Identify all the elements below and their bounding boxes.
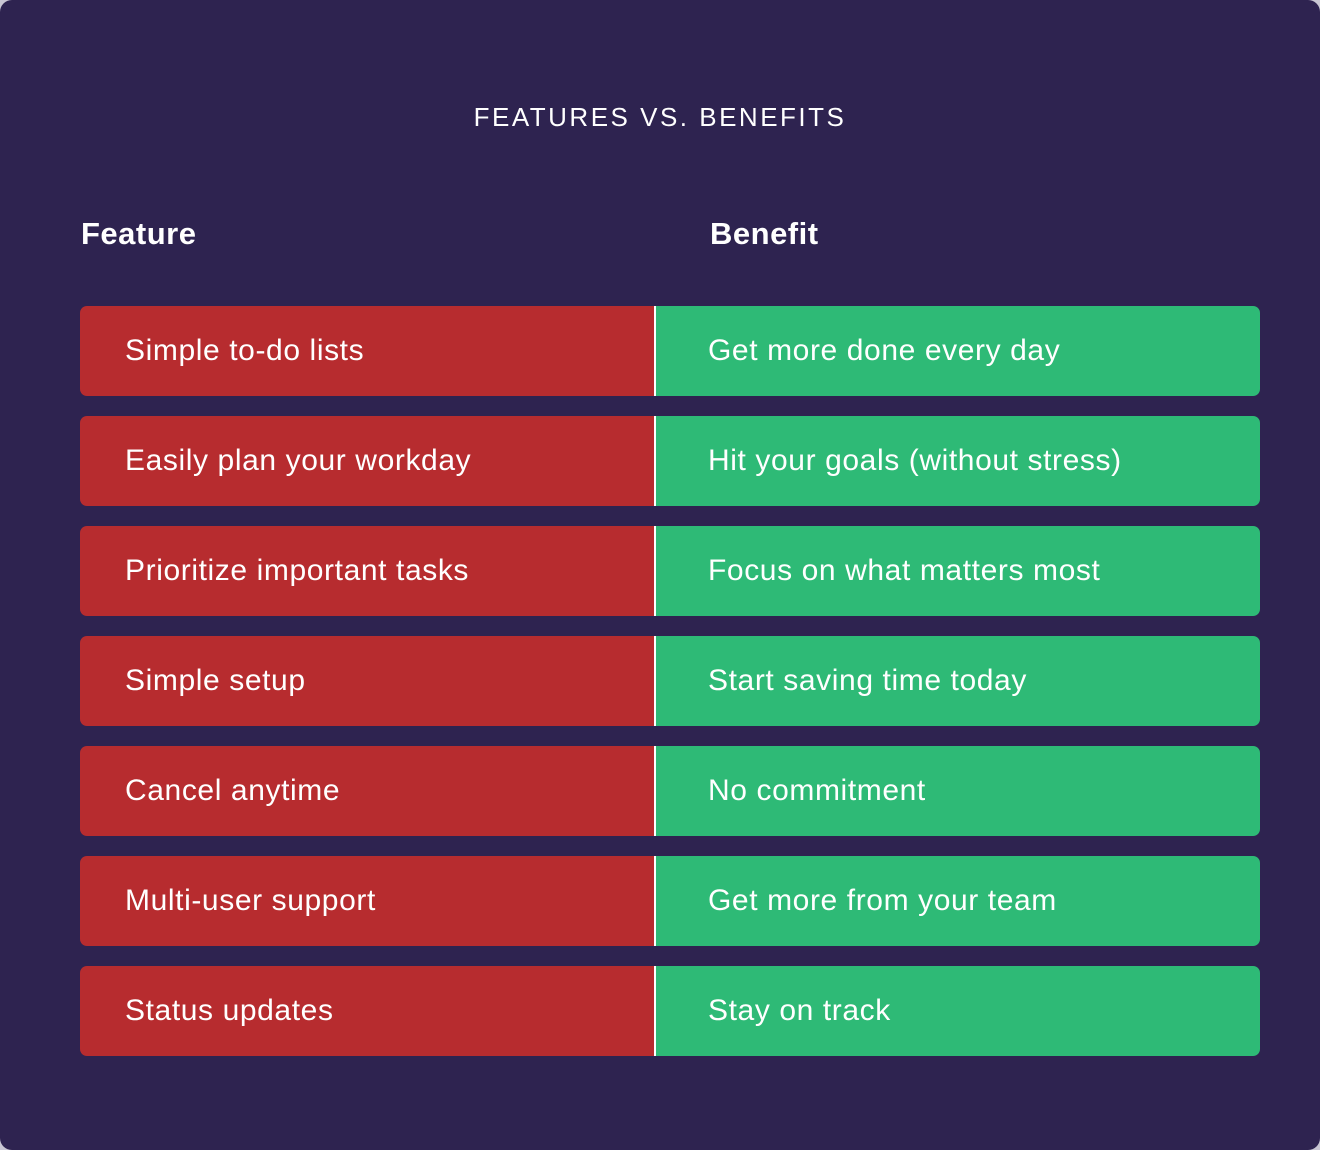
benefit-cell: Focus on what matters most bbox=[656, 526, 1260, 616]
table-row: Simple to-do lists Get more done every d… bbox=[80, 306, 1260, 396]
feature-cell: Multi-user support bbox=[80, 856, 654, 946]
benefit-column-header: Benefit bbox=[710, 216, 819, 251]
feature-cell: Easily plan your workday bbox=[80, 416, 654, 506]
benefit-cell: Get more from your team bbox=[656, 856, 1260, 946]
feature-cell: Simple setup bbox=[80, 636, 654, 726]
features-benefits-panel: FEATURES VS. BENEFITS Feature Benefit Si… bbox=[0, 0, 1320, 1150]
feature-cell: Simple to-do lists bbox=[80, 306, 654, 396]
table-row: Multi-user support Get more from your te… bbox=[80, 856, 1260, 946]
feature-column-header: Feature bbox=[81, 216, 197, 251]
table-row: Easily plan your workday Hit your goals … bbox=[80, 416, 1260, 506]
benefit-cell: No commitment bbox=[656, 746, 1260, 836]
benefit-cell: Hit your goals (without stress) bbox=[656, 416, 1260, 506]
table-row: Prioritize important tasks Focus on what… bbox=[80, 526, 1260, 616]
feature-cell: Status updates bbox=[80, 966, 654, 1056]
feature-cell: Cancel anytime bbox=[80, 746, 654, 836]
benefit-cell: Stay on track bbox=[656, 966, 1260, 1056]
table-row: Simple setup Start saving time today bbox=[80, 636, 1260, 726]
comparison-table: Simple to-do lists Get more done every d… bbox=[80, 306, 1260, 1076]
benefit-cell: Get more done every day bbox=[656, 306, 1260, 396]
page-title: FEATURES VS. BENEFITS bbox=[473, 102, 847, 132]
table-row: Cancel anytime No commitment bbox=[80, 746, 1260, 836]
feature-cell: Prioritize important tasks bbox=[80, 526, 654, 616]
table-row: Status updates Stay on track bbox=[80, 966, 1260, 1056]
benefit-cell: Start saving time today bbox=[656, 636, 1260, 726]
